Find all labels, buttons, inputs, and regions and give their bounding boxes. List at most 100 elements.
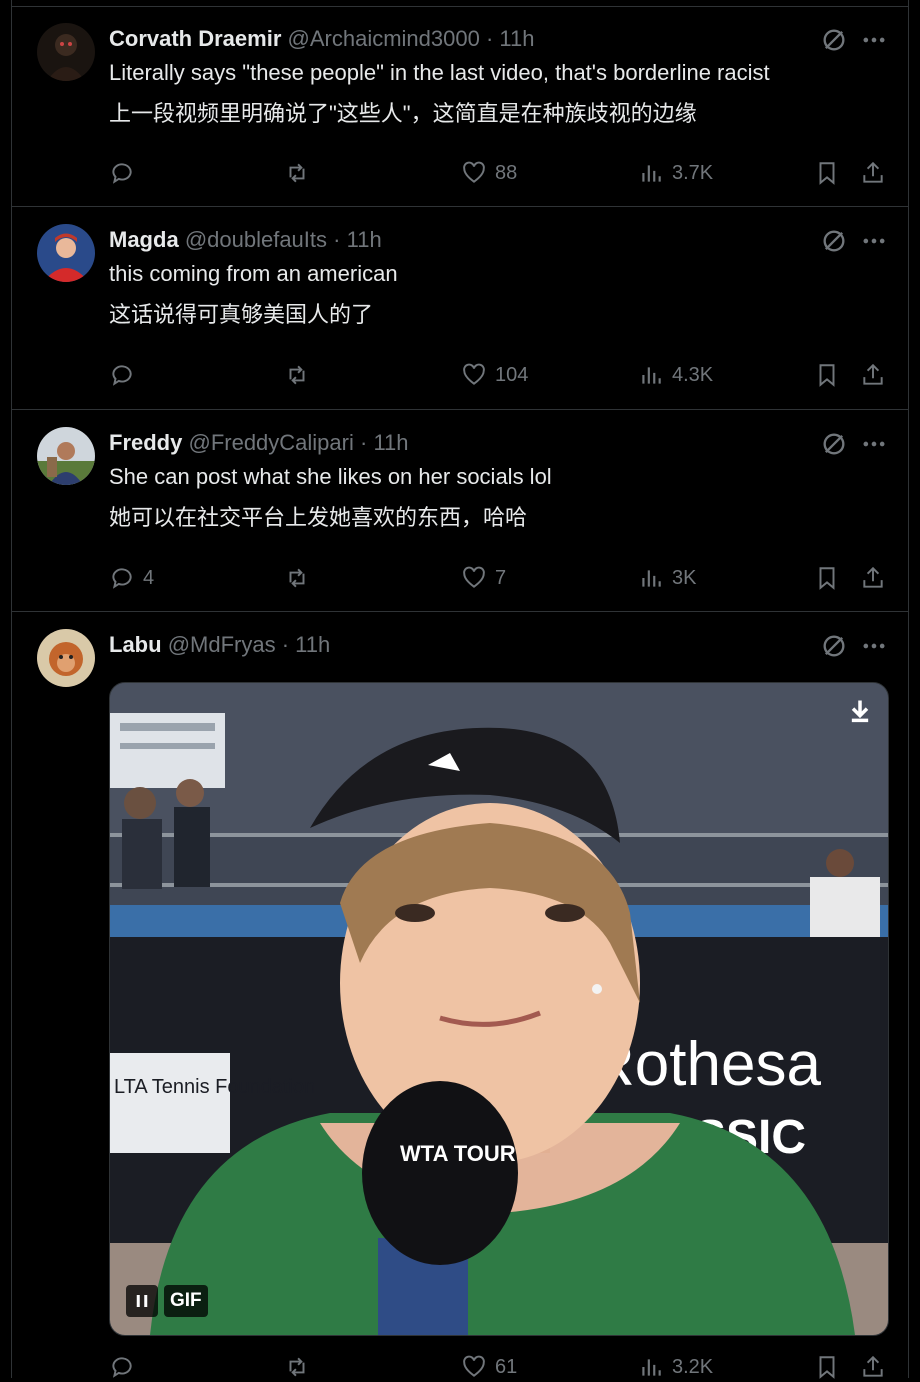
share-button[interactable]	[860, 563, 886, 593]
share-icon	[863, 566, 883, 588]
user-handle[interactable]: @FreddyCalipari	[188, 430, 353, 455]
reply-count: 4	[143, 566, 155, 589]
share-icon	[863, 161, 883, 183]
share-button[interactable]	[860, 360, 886, 390]
bookmark-icon	[819, 162, 835, 185]
timeline-right-border	[908, 0, 909, 1378]
display-name[interactable]: Labu	[109, 632, 162, 657]
tweet-2[interactable]: Magda @doublefauIts · 11h this coming fr…	[12, 207, 908, 410]
user-handle[interactable]: @Archaicmind3000	[288, 26, 480, 51]
retweet-button[interactable]	[284, 563, 318, 593]
timestamp[interactable]: 11h	[347, 227, 382, 252]
bookmark-button[interactable]	[814, 158, 840, 188]
timestamp[interactable]: 11h	[295, 632, 330, 657]
mic-flag-text: WTA TOUR	[400, 1141, 516, 1166]
tweet-text-zh: 上一段视频里明确说了"这些人"，这简直是在种族歧视的边缘	[109, 101, 697, 126]
reply-icon	[112, 1357, 132, 1378]
avatar[interactable]	[37, 427, 95, 485]
more-icon[interactable]	[860, 430, 888, 458]
views-count: 4.3K	[672, 363, 714, 386]
reply-button[interactable]: 4	[109, 563, 154, 593]
tweet-header: Freddy @FreddyCalipari · 11h	[109, 430, 409, 456]
grok-icon[interactable]	[820, 632, 848, 660]
separator-dot: ·	[360, 430, 368, 455]
views-icon	[642, 570, 661, 587]
bookmark-icon	[819, 567, 835, 590]
timestamp[interactable]: 11h	[373, 430, 408, 455]
tweet-text-en: She can post what she likes on her socia…	[109, 464, 552, 489]
separator-dot: ·	[281, 632, 290, 657]
gif-controls: GIF	[126, 1285, 208, 1317]
share-icon	[863, 1355, 883, 1377]
views-button[interactable]: 3.7K	[638, 158, 713, 188]
bookmark-button[interactable]	[814, 360, 840, 390]
more-icon[interactable]	[860, 227, 888, 255]
reply-icon	[112, 568, 132, 589]
reply-icon	[112, 365, 132, 386]
views-count: 3.2K	[672, 1355, 714, 1378]
tweet-text-en: this coming from an american	[109, 261, 398, 286]
like-count: 104	[495, 363, 529, 386]
tweet-1[interactable]: Corvath Draemir @Archaicmind3000 · 11h L…	[12, 6, 908, 207]
views-button[interactable]: 4.3K	[638, 360, 713, 390]
like-count: 7	[495, 566, 507, 589]
action-bar: 88 3.7K	[109, 158, 899, 188]
user-handle[interactable]: @doublefauIts	[185, 227, 327, 252]
bookmark-button[interactable]	[814, 563, 840, 593]
display-name[interactable]: Corvath Draemir	[109, 26, 281, 51]
more-icon[interactable]	[860, 632, 888, 660]
like-icon	[463, 566, 485, 588]
avatar[interactable]	[37, 224, 95, 282]
reply-icon	[112, 163, 132, 184]
timestamp[interactable]: 11h	[499, 26, 534, 51]
display-name[interactable]: Freddy	[109, 430, 182, 455]
retweet-button[interactable]	[284, 158, 318, 188]
grok-icon[interactable]	[820, 430, 848, 458]
retweet-icon	[289, 163, 305, 183]
retweet-button[interactable]	[284, 360, 318, 390]
download-icon[interactable]	[846, 697, 874, 725]
tweet-4[interactable]: Labu @MdFryas · 11h LTA Tennis Foundatio…	[12, 612, 908, 1379]
like-count: 88	[495, 161, 518, 184]
tweet-text-zh: 她可以在社交平台上发她喜欢的东西，哈哈	[109, 505, 528, 530]
gif-media[interactable]: LTA Tennis Foundation Rothesa LASSIC	[109, 682, 889, 1336]
bookmark-icon	[819, 364, 835, 387]
views-icon	[642, 1359, 661, 1376]
user-handle[interactable]: @MdFryas	[168, 632, 276, 657]
views-count: 3K	[672, 566, 697, 589]
grok-icon[interactable]	[820, 26, 848, 54]
like-count: 61	[495, 1355, 518, 1378]
pause-icon	[136, 1295, 148, 1307]
action-bar: 4 7 3K	[109, 563, 899, 593]
views-count: 3.7K	[672, 161, 714, 184]
bookmark-icon	[819, 1356, 835, 1379]
like-icon	[463, 161, 485, 183]
like-button[interactable]: 104	[461, 360, 528, 390]
tweet-header: Labu @MdFryas · 11h	[109, 632, 330, 658]
grok-icon[interactable]	[820, 227, 848, 255]
share-button[interactable]	[860, 158, 886, 188]
share-icon	[863, 363, 883, 385]
like-button[interactable]: 7	[461, 563, 506, 593]
avatar[interactable]	[37, 629, 95, 687]
views-icon	[642, 165, 661, 182]
retweet-icon	[289, 568, 305, 588]
reply-button[interactable]	[109, 158, 143, 188]
pause-button[interactable]	[126, 1285, 158, 1317]
action-bar: 104 4.3K	[109, 360, 899, 390]
views-button[interactable]: 3K	[638, 563, 696, 593]
tweet-text-zh: 这话说得可真够美国人的了	[109, 302, 374, 327]
tweet-3[interactable]: Freddy @FreddyCalipari · 11h She can pos…	[12, 410, 908, 612]
gif-badge: GIF	[164, 1285, 208, 1317]
views-icon	[642, 367, 661, 384]
avatar[interactable]	[37, 23, 95, 81]
sponsor-board-text: LTA Tennis Foundation	[114, 1076, 315, 1098]
display-name[interactable]: Magda	[109, 227, 179, 252]
more-icon[interactable]	[860, 26, 888, 54]
separator-dot: ·	[485, 26, 494, 51]
retweet-icon	[289, 365, 305, 385]
tweet-header: Corvath Draemir @Archaicmind3000 · 11h	[109, 26, 535, 52]
retweet-icon	[289, 1357, 305, 1377]
reply-button[interactable]	[109, 360, 143, 390]
like-button[interactable]: 88	[461, 158, 517, 188]
